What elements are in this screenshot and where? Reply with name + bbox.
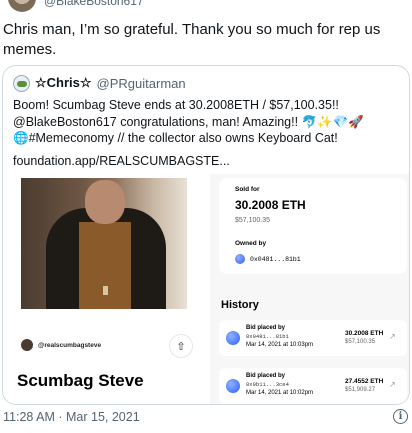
history-date: Mar 14, 2021 at 10:03pm [246,342,314,348]
creator-avatar [21,339,33,351]
history-item: Bid placed by 0x0481...81b1 Mar 14, 2021… [219,320,407,356]
bidder-avatar [226,331,240,345]
sold-label: Sold for [235,186,260,193]
external-link-icon: ↗ [389,380,396,389]
sold-card: Sold for 30.2008 ETH $57,100.35 Owned by… [219,178,407,274]
history-address: 0x0481...81b1 [246,333,289,340]
quoted-line: @BlakeBoston617 congratulations, man! Am… [13,114,364,129]
avatar[interactable] [8,0,36,12]
quoted-author-handle: @PRguitarman [96,75,186,91]
creator-chip: @realscumbagsteve [21,339,101,351]
history-eth: 27.4552 ETH [345,378,384,385]
quoted-tweet[interactable]: ☆Chris☆ @PRguitarman Boom! Scumbag Steve… [2,65,410,405]
quoted-tweet-header: ☆Chris☆ @PRguitarman [13,74,186,92]
history-usd: $57,100.35 [345,339,376,345]
quoted-line: 🌐#Memeconomy // the collector also owns … [13,131,338,145]
external-link-icon: ↗ [389,332,396,341]
owner-address: 0x0481...81b1 [250,255,301,263]
nft-screenshot[interactable]: @realscumbagsteve ⇧ Scumbag Steve Sold f… [3,174,409,404]
previous-tweet-strip: @BlakeBoston617 [0,0,412,12]
owned-label: Owned by [235,240,267,247]
bidder-avatar [226,379,240,393]
info-icon[interactable]: i [393,409,408,424]
history-label: Bid placed by [246,325,286,331]
history-date: Mar 14, 2021 at 10:02pm [246,390,314,396]
tweet-timestamp[interactable]: 11:28 AM · Mar 15, 2021 [3,410,140,424]
history-heading: History [221,299,259,311]
share-icon: ⇧ [169,334,193,358]
nft-photo [21,178,187,309]
history-label: Bid placed by [246,373,286,379]
nft-details-panel: Sold for 30.2008 ETH $57,100.35 Owned by… [210,174,409,404]
author-handle[interactable]: @BlakeBoston617 [44,0,144,8]
history-usd: $51,909.27 [345,387,376,393]
quoted-author-name: ☆Chris☆ [35,75,92,90]
nft-artwork-panel: @realscumbagsteve ⇧ Scumbag Steve [3,174,210,404]
history-item: Bid placed by 0x9b11...3ce4 Mar 14, 2021… [219,368,407,404]
quoted-link[interactable]: foundation.app/REALSCUMBAGSTE... [13,154,230,168]
owner-avatar [235,254,245,264]
creator-name: @realscumbagsteve [38,341,102,349]
nft-title: Scumbag Steve [17,371,144,390]
owner: 0x0481...81b1 [235,254,301,264]
history-eth: 30.2008 ETH [345,330,384,337]
quoted-line: Boom! Scumbag Steve ends at 30.2008ETH /… [13,98,339,112]
sold-price-eth: 30.2008 ETH [235,198,306,212]
tweet-text: Chris man, I’m so grateful. Thank you so… [3,21,381,58]
sold-price-usd: $57,100.35 [235,217,271,224]
history-address: 0x9b11...3ce4 [246,381,289,388]
quoted-avatar [13,74,30,92]
quoted-tweet-text: Boom! Scumbag Steve ends at 30.2008ETH /… [13,97,401,147]
